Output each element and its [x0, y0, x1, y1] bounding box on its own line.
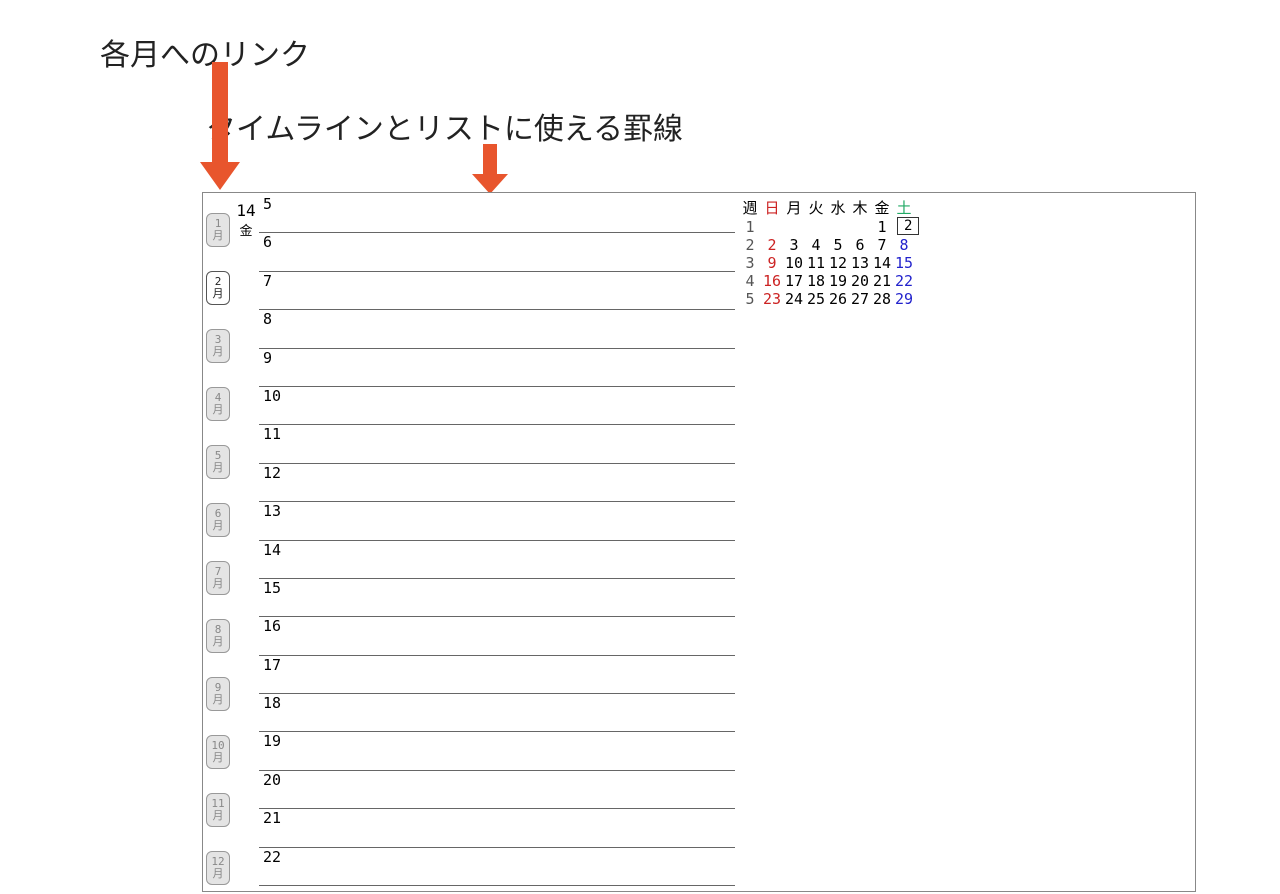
calendar-day[interactable]: 7	[871, 236, 893, 254]
calendar-header: 土	[893, 197, 915, 218]
calendar-day[interactable]: 17	[783, 272, 805, 290]
month-tab-12[interactable]: 12月	[206, 851, 230, 885]
hour-row[interactable]: 13	[259, 502, 735, 540]
week-number[interactable]: 5	[739, 290, 761, 308]
calendar-day	[805, 218, 827, 236]
hour-row[interactable]: 11	[259, 425, 735, 463]
calendar-header: 金	[871, 197, 893, 218]
calendar-day[interactable]: 1	[871, 218, 893, 236]
month-tab-9[interactable]: 9月	[206, 677, 230, 711]
current-day-dow: 金	[239, 220, 252, 239]
hour-row[interactable]: 20	[259, 771, 735, 809]
calendar-day[interactable]: 9	[761, 254, 783, 272]
week-number[interactable]: 2	[739, 236, 761, 254]
calendar-day[interactable]: 12	[827, 254, 849, 272]
current-day-column: 14 金	[233, 193, 259, 891]
hour-row[interactable]: 6	[259, 233, 735, 271]
timeline: 5678910111213141516171819202122	[259, 193, 735, 891]
calendar-day[interactable]: 16	[761, 272, 783, 290]
hour-row[interactable]: 19	[259, 732, 735, 770]
hour-row[interactable]: 15	[259, 579, 735, 617]
calendar-day[interactable]: 19	[827, 272, 849, 290]
calendar-day	[827, 218, 849, 236]
calendar-header: 週	[739, 197, 761, 218]
calendar-day[interactable]: 26	[827, 290, 849, 308]
calendar-day	[849, 218, 871, 236]
calendar-day[interactable]: 27	[849, 290, 871, 308]
week-number[interactable]: 1	[739, 218, 761, 236]
hour-row[interactable]: 17	[259, 656, 735, 694]
month-tab-6[interactable]: 6月	[206, 503, 230, 537]
month-tab-2[interactable]: 2月	[206, 271, 230, 305]
calendar-day[interactable]: 23	[761, 290, 783, 308]
hour-row[interactable]: 9	[259, 349, 735, 387]
calendar-header: 日	[761, 197, 783, 218]
selected-day-box[interactable]: 2	[897, 217, 919, 235]
hour-row[interactable]: 10	[259, 387, 735, 425]
calendar-day[interactable]: 4	[805, 236, 827, 254]
month-tab-7[interactable]: 7月	[206, 561, 230, 595]
hour-row[interactable]: 12	[259, 464, 735, 502]
calendar-day[interactable]: 8	[893, 236, 915, 254]
calendar-day[interactable]: 20	[849, 272, 871, 290]
hour-row[interactable]: 7	[259, 272, 735, 310]
arrow-down-icon	[200, 62, 240, 190]
calendar-day[interactable]: 3	[783, 236, 805, 254]
calendar-day[interactable]: 22	[893, 272, 915, 290]
hour-row[interactable]: 16	[259, 617, 735, 655]
month-tab-4[interactable]: 4月	[206, 387, 230, 421]
calendar-day[interactable]: 11	[805, 254, 827, 272]
calendar-day[interactable]: 28	[871, 290, 893, 308]
calendar-day[interactable]: 29	[893, 290, 915, 308]
planner-panel: 1月2月3月4月5月6月7月8月9月10月11月12月 14 金 5678910…	[202, 192, 1196, 892]
hour-row[interactable]: 5	[259, 195, 735, 233]
current-day-number: 14	[236, 201, 255, 220]
calendar-header: 木	[849, 197, 871, 218]
calendar-day[interactable]: 2	[761, 236, 783, 254]
month-tab-1[interactable]: 1月	[206, 213, 230, 247]
month-tab-8[interactable]: 8月	[206, 619, 230, 653]
annotation-timeline: タイムラインとリストに使える罫線	[206, 104, 683, 148]
calendar-day[interactable]: 24	[783, 290, 805, 308]
calendar-header: 火	[805, 197, 827, 218]
month-tab-11[interactable]: 11月	[206, 793, 230, 827]
calendar-day[interactable]: 25	[805, 290, 827, 308]
calendar-day[interactable]: 18	[805, 272, 827, 290]
mini-calendar: 週日月火水木金土11223456783910111213141541617181…	[735, 193, 1195, 891]
arrow-down-icon	[472, 144, 508, 194]
hour-row[interactable]: 22	[259, 848, 735, 886]
calendar-header: 水	[827, 197, 849, 218]
month-tab-10[interactable]: 10月	[206, 735, 230, 769]
calendar-day[interactable]: 5	[827, 236, 849, 254]
hour-row[interactable]: 18	[259, 694, 735, 732]
calendar-day[interactable]: 14	[871, 254, 893, 272]
week-number[interactable]: 3	[739, 254, 761, 272]
month-tab-3[interactable]: 3月	[206, 329, 230, 363]
calendar-day	[783, 218, 805, 236]
hour-row[interactable]: 8	[259, 310, 735, 348]
month-tab-5[interactable]: 5月	[206, 445, 230, 479]
calendar-header: 月	[783, 197, 805, 218]
week-number[interactable]: 4	[739, 272, 761, 290]
calendar-day[interactable]: 21	[871, 272, 893, 290]
month-tabs: 1月 2月 3月 4月 5月 6月 7月 8月 9月 10月 11月 12月	[203, 193, 233, 891]
calendar-day[interactable]: 15	[893, 254, 915, 272]
calendar-day[interactable]: 10	[783, 254, 805, 272]
calendar-day[interactable]: 6	[849, 236, 871, 254]
hour-row[interactable]: 14	[259, 541, 735, 579]
calendar-day[interactable]: 13	[849, 254, 871, 272]
hour-row[interactable]: 21	[259, 809, 735, 847]
calendar-day	[761, 218, 783, 236]
